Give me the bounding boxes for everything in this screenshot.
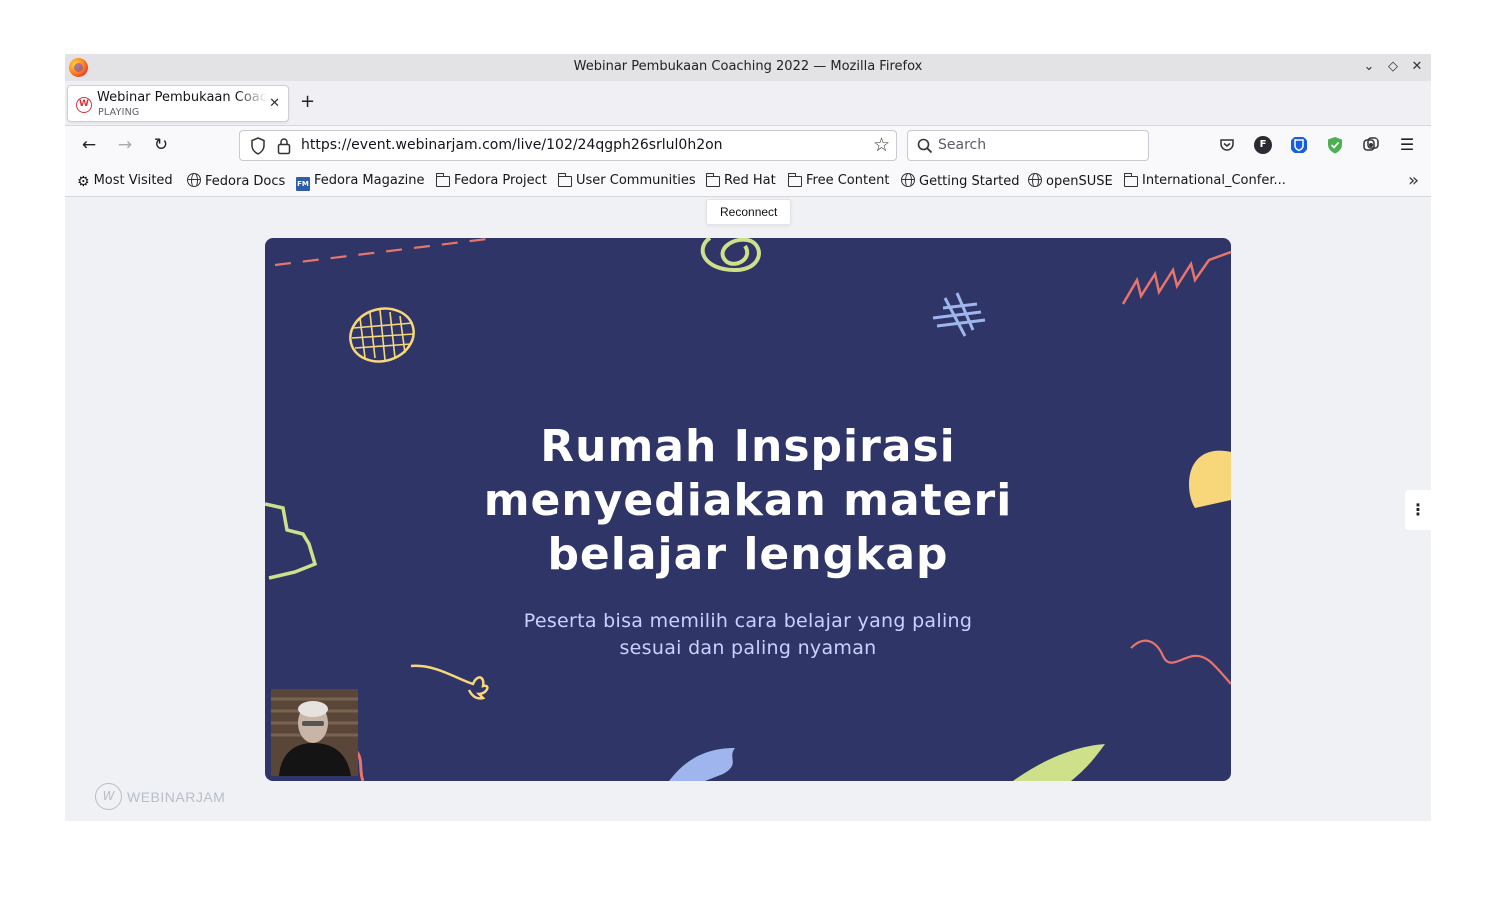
tab-playing-status: PLAYING xyxy=(98,107,140,118)
globe-icon xyxy=(187,173,201,187)
brand-text: WEBINARJAM xyxy=(127,789,226,805)
pocket-icon[interactable] xyxy=(1218,136,1236,154)
bookmark-star-icon[interactable]: ☆ xyxy=(873,134,890,156)
bookmark-free-content[interactable]: Free Content xyxy=(788,173,889,189)
bookmarks-toolbar: ⚙ Most Visited Fedora Docs FM Fedora Magaz… xyxy=(65,164,1431,197)
slide-title-line: menyediakan materi xyxy=(483,475,1013,526)
bookmark-fedora-docs[interactable]: Fedora Docs xyxy=(187,173,285,189)
fedora-magazine-icon: FM xyxy=(296,177,310,191)
bookmark-red-hat[interactable]: Red Hat xyxy=(706,173,776,189)
more-bookmarks-chevron-icon[interactable]: » xyxy=(1408,170,1419,191)
slide-subtitle-line: Peserta bisa memilih cara belajar yang p… xyxy=(523,610,973,632)
slide-title-line: Rumah Inspirasi xyxy=(540,421,956,472)
presentation-stage: Rumah Inspirasi menyediakan materi belaj… xyxy=(265,238,1231,781)
search-icon xyxy=(917,138,933,154)
tracking-protection-shield-icon[interactable] xyxy=(250,137,266,155)
bookmark-label: Red Hat xyxy=(724,173,776,188)
bookmark-most-visited[interactable]: ⚙ Most Visited xyxy=(77,173,173,190)
bookmark-fedora-project[interactable]: Fedora Project xyxy=(436,173,547,189)
bookmark-label: Fedora Project xyxy=(454,173,547,188)
bookmark-label: Most Visited xyxy=(93,173,173,188)
globe-icon xyxy=(901,173,915,187)
reload-button[interactable]: ↻ xyxy=(151,135,171,155)
bookmark-getting-started[interactable]: Getting Started xyxy=(901,173,1020,189)
slide-title-line: belajar lengkap xyxy=(547,529,949,580)
gear-icon: ⚙ xyxy=(77,174,90,190)
tab-strip: W Webinar Pembukaan Coaching 2022 PLAYIN… xyxy=(65,81,1431,126)
options-menu-button[interactable]: ⋮ xyxy=(1405,490,1431,530)
bookmark-label: User Communities xyxy=(576,173,696,188)
bookmark-label: Getting Started xyxy=(919,174,1020,189)
slide-subtitle: Peserta bisa memilih cara belajar yang p… xyxy=(265,608,1231,662)
reconnect-tooltip: Reconnect xyxy=(706,199,792,225)
slide-title: Rumah Inspirasi menyediakan materi belaj… xyxy=(265,420,1231,582)
webinarjam-favicon-icon: W xyxy=(76,97,92,113)
bookmark-label: International_Confer... xyxy=(1142,173,1286,188)
hamburger-menu-icon[interactable]: ☰ xyxy=(1398,136,1416,154)
url-bar[interactable]: https://event.webinarjam.com/live/102/24… xyxy=(239,130,897,161)
search-input[interactable]: Search xyxy=(938,137,986,153)
presenter-webcam[interactable] xyxy=(271,689,358,776)
bitwarden-extension-icon[interactable] xyxy=(1290,136,1308,154)
firefox-window: Webinar Pembukaan Coaching 2022 — Mozill… xyxy=(65,54,1431,821)
close-tab-icon[interactable]: ✕ xyxy=(269,96,280,111)
bookmark-user-communities[interactable]: User Communities xyxy=(558,173,696,189)
close-window-button[interactable]: ✕ xyxy=(1408,58,1426,76)
privacy-shield-extension-icon[interactable] xyxy=(1326,136,1344,154)
bookmark-label: Fedora Docs xyxy=(205,174,286,189)
navigation-toolbar: ← → ↻ https://event.webinarjam.com/live/… xyxy=(65,126,1431,164)
window-title: Webinar Pembukaan Coaching 2022 — Mozill… xyxy=(573,59,923,74)
bookmark-fedora-magazine[interactable]: FM Fedora Magazine xyxy=(296,173,425,191)
bookmark-international-conference[interactable]: International_Confer... xyxy=(1124,173,1286,189)
search-bar[interactable]: Search xyxy=(907,130,1149,161)
url-text[interactable]: https://event.webinarjam.com/live/102/24… xyxy=(301,137,723,153)
bookmark-label: Free Content xyxy=(806,173,890,188)
webinar-page: Reconnect Rumah Inspirasi menyediakan ma… xyxy=(65,197,1431,821)
bookmark-label: openSUSE xyxy=(1046,174,1113,189)
back-button[interactable]: ← xyxy=(79,135,99,155)
presenter-video-image xyxy=(271,689,358,776)
bookmark-label: Fedora Magazine xyxy=(314,173,425,188)
tab-title: Webinar Pembukaan Coaching 2022 xyxy=(97,90,267,105)
title-bar: Webinar Pembukaan Coaching 2022 — Mozill… xyxy=(65,54,1431,81)
new-tab-button[interactable]: + xyxy=(300,93,315,111)
folder-icon xyxy=(706,173,720,187)
globe-icon xyxy=(1028,173,1042,187)
folder-icon xyxy=(558,173,572,187)
tab-webinar[interactable]: W Webinar Pembukaan Coaching 2022 PLAYIN… xyxy=(67,85,289,122)
folder-icon xyxy=(436,173,450,187)
webinarjam-logo-icon: W xyxy=(95,783,122,810)
bookmark-opensuse[interactable]: openSUSE xyxy=(1028,173,1113,189)
folder-icon xyxy=(788,173,802,187)
extension-icon[interactable] xyxy=(1362,136,1380,154)
slide-subtitle-line: sesuai dan paling nyaman xyxy=(619,637,877,659)
lock-icon[interactable] xyxy=(277,137,291,155)
forward-button[interactable]: → xyxy=(115,135,135,155)
account-avatar-icon[interactable]: F xyxy=(1254,136,1272,154)
minimize-button[interactable]: ⌄ xyxy=(1360,58,1378,76)
maximize-button[interactable]: ◇ xyxy=(1384,58,1402,76)
folder-icon xyxy=(1124,173,1138,187)
